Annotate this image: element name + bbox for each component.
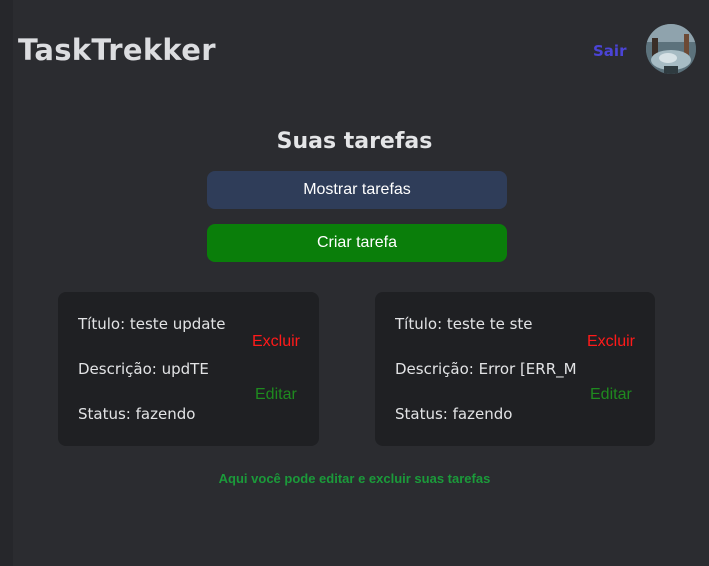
edit-task-button[interactable]: Editar [590, 386, 632, 404]
task-title: Título: teste te ste [395, 315, 533, 333]
task-description: Descrição: updTE [78, 360, 209, 378]
create-task-button[interactable]: Criar tarefa [207, 224, 507, 262]
help-footnote: Aqui você pode editar e excluir suas tar… [218, 471, 491, 486]
task-status: Status: fazendo [78, 405, 196, 423]
user-avatar-icon [646, 24, 696, 74]
delete-task-button[interactable]: Excluir [252, 333, 300, 351]
task-card: Título: teste update Descrição: updTE St… [58, 292, 319, 446]
task-card: Título: teste te ste Descrição: Error [E… [375, 292, 655, 446]
logout-link[interactable]: Sair [593, 42, 626, 60]
task-description: Descrição: Error [ERR_M [395, 360, 577, 378]
edit-task-button[interactable]: Editar [255, 386, 297, 404]
task-title: Título: teste update [78, 315, 226, 333]
top-header: TaskTrekker Sair [0, 0, 709, 110]
delete-task-button[interactable]: Excluir [587, 333, 635, 351]
page-title: Suas tarefas [276, 129, 433, 154]
brand-logo[interactable]: TaskTrekker [18, 33, 216, 67]
show-tasks-button[interactable]: Mostrar tarefas [207, 171, 507, 209]
avatar[interactable] [646, 24, 696, 74]
task-status: Status: fazendo [395, 405, 513, 423]
